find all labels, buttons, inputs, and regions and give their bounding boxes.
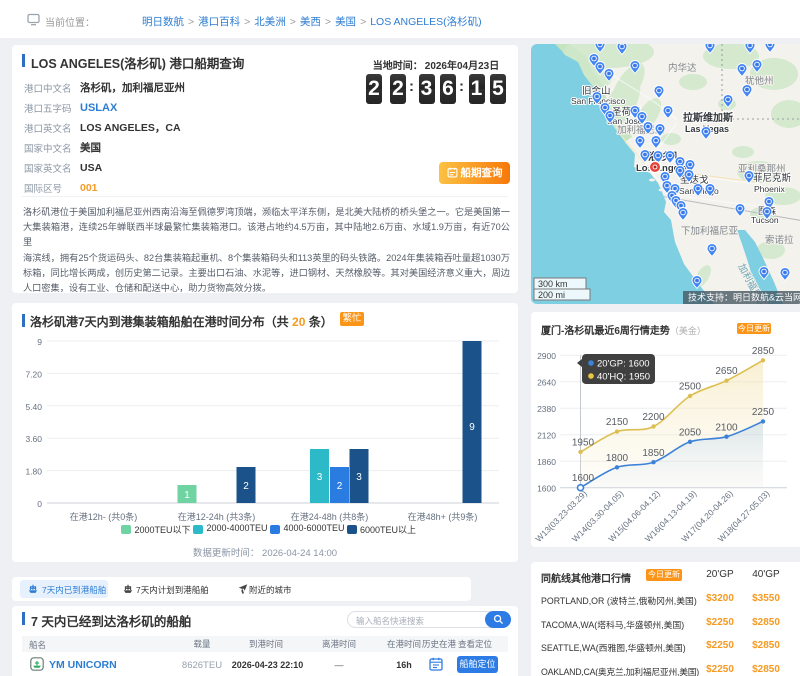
svg-text:2120: 2120: [537, 431, 556, 441]
svg-text:1600: 1600: [537, 484, 556, 494]
svg-text:20'GP: 1600: 20'GP: 1600: [597, 359, 650, 370]
svg-text:2650: 2650: [715, 366, 738, 377]
svg-text:3: 3: [317, 472, 323, 483]
svg-text:1.80: 1.80: [25, 467, 42, 477]
svg-text:40'HQ: 1950: 40'HQ: 1950: [597, 372, 650, 383]
svg-text:索诺拉: 索诺拉: [765, 234, 794, 246]
svg-text:2900: 2900: [537, 351, 556, 361]
svg-text:9: 9: [37, 337, 42, 347]
svg-text:2500: 2500: [679, 382, 702, 393]
svg-text:2380: 2380: [537, 404, 556, 414]
svg-text:1600: 1600: [572, 473, 595, 484]
svg-text:1860: 1860: [537, 457, 556, 467]
svg-text:1850: 1850: [642, 448, 665, 459]
svg-text:1: 1: [184, 490, 190, 501]
svg-text:5.40: 5.40: [25, 402, 42, 412]
svg-text:2: 2: [243, 481, 249, 492]
svg-text:在港24-48h (共8条): 在港24-48h (共8条): [291, 511, 369, 522]
svg-text:2150: 2150: [606, 417, 629, 428]
svg-text:在港12-24h (共3条): 在港12-24h (共3条): [178, 511, 256, 522]
svg-text:0: 0: [37, 499, 42, 509]
svg-text:菲尼克斯: 菲尼克斯: [753, 172, 792, 184]
svg-text:2050: 2050: [679, 428, 702, 439]
svg-text:200 mi: 200 mi: [538, 290, 565, 300]
svg-text:2640: 2640: [537, 378, 556, 388]
svg-text:2200: 2200: [642, 412, 665, 423]
svg-text:2850: 2850: [752, 346, 775, 357]
svg-text:9: 9: [469, 422, 475, 433]
svg-text:2: 2: [337, 481, 343, 492]
svg-text:内华达: 内华达: [668, 62, 697, 74]
svg-text:在港48h+ (共9条): 在港48h+ (共9条): [408, 511, 478, 522]
svg-text:2100: 2100: [715, 423, 738, 434]
svg-text:3: 3: [356, 472, 362, 483]
svg-text:Phoenix: Phoenix: [754, 184, 785, 194]
svg-text:拉斯维加斯: 拉斯维加斯: [683, 111, 733, 124]
svg-text:1800: 1800: [606, 453, 629, 464]
svg-text:下加利福尼亚: 下加利福尼亚: [681, 225, 739, 237]
svg-text:1950: 1950: [572, 438, 595, 449]
svg-text:2250: 2250: [752, 407, 775, 418]
svg-text:3.60: 3.60: [25, 434, 42, 444]
svg-text:7.20: 7.20: [25, 369, 42, 379]
svg-text:技术支持：明日数航&云当网: 技术支持：明日数航&云当网: [688, 292, 800, 303]
svg-text:在港12h- (共0条): 在港12h- (共0条): [70, 511, 138, 522]
svg-text:300 km: 300 km: [538, 279, 568, 289]
